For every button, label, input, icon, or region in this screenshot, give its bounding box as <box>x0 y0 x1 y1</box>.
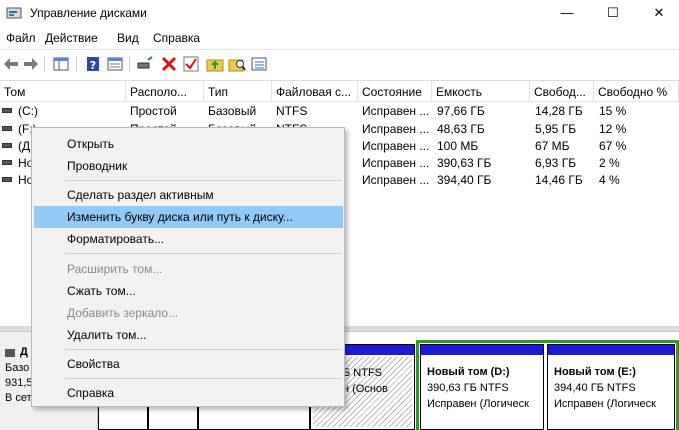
menu-item-add-mirror: Добавить зеркало... <box>67 306 179 320</box>
disk-title: Д <box>20 346 28 358</box>
partition-bar <box>548 345 674 355</box>
console-tree-icon[interactable] <box>52 55 70 73</box>
toolbar-separator <box>129 56 130 72</box>
column-header-percent-free[interactable]: Свободно % <box>594 81 679 102</box>
column-header-layout[interactable]: Располо... <box>126 81 204 102</box>
menu-item-open[interactable]: Открыть <box>34 133 343 155</box>
toolbar-separator <box>76 56 77 72</box>
menu-item-delete-volume[interactable]: Удалить том... <box>34 324 343 346</box>
volume-icon <box>2 108 12 113</box>
partition-d[interactable]: Новый том (D:) 390,63 ГБ NTFS Исправен (… <box>420 344 544 430</box>
column-header-status[interactable]: Состояние <box>358 81 432 102</box>
partition-name: Новый том (E:) <box>554 366 636 378</box>
list-icon[interactable] <box>250 55 268 73</box>
menu-view[interactable]: Вид <box>117 31 139 45</box>
cell-volume: (C:) <box>18 104 38 118</box>
disk-management-app-icon <box>6 7 22 19</box>
cell-percent-free: 2 % <box>599 156 620 170</box>
menu-separator <box>65 378 342 379</box>
toolbar: ? <box>0 49 679 77</box>
partition-size: 394,40 ГБ NTFS <box>554 382 636 394</box>
cell-free-space: 5,95 ГБ <box>535 122 577 136</box>
cell-filesystem: NTFS <box>276 104 308 118</box>
cell-free-space: 14,28 ГБ <box>535 104 583 118</box>
cell-free-space: 6,93 ГБ <box>535 156 577 170</box>
cell-capacity: 100 МБ <box>437 139 479 153</box>
column-header-type[interactable]: Тип <box>204 81 272 102</box>
volume-icon <box>2 177 12 182</box>
cell-capacity: 97,66 ГБ <box>437 104 485 118</box>
menu-item-shrink-volume[interactable]: Сжать том... <box>34 280 343 302</box>
menu-item-format[interactable]: Форматировать... <box>34 228 343 250</box>
disk-type: Базо <box>5 362 30 374</box>
cell-percent-free: 12 % <box>599 122 627 136</box>
menu-item-help[interactable]: Справка <box>34 382 343 404</box>
toolbar-separator <box>44 56 45 72</box>
menu-item-explore[interactable]: Проводник <box>34 155 343 177</box>
disk-status: В сет <box>5 392 32 404</box>
cell-status: Исправен ... <box>362 156 430 170</box>
menu-separator <box>65 253 342 254</box>
cell-free-space: 67 МБ <box>535 139 570 153</box>
help-icon[interactable]: ? <box>84 55 102 73</box>
partition-size: Б NTFS <box>343 367 382 379</box>
partition-name: Новый том (D:) <box>427 366 510 378</box>
forward-icon[interactable] <box>22 55 40 73</box>
volume-icon <box>2 160 12 165</box>
menu-action[interactable]: Действие <box>45 31 98 45</box>
disk-icon <box>5 349 15 357</box>
column-header-filesystem[interactable]: Файловая с... <box>272 81 358 102</box>
cell-type: Базовый <box>208 104 257 118</box>
cell-capacity: 394,40 ГБ <box>437 173 492 187</box>
cell-layout: Простой <box>130 104 177 118</box>
volume-icon <box>2 126 12 131</box>
menu-separator <box>65 180 342 181</box>
column-header-free-space[interactable]: Свобод... <box>530 81 594 102</box>
menu-item-change-drive-letter[interactable]: Изменить букву диска или путь к диску... <box>34 206 343 228</box>
back-icon[interactable] <box>2 55 20 73</box>
partition-status: Исправен (Логическ <box>427 398 529 410</box>
table-row[interactable]: (C:) Простой Базовый NTFS Исправен ... 9… <box>0 103 679 120</box>
folder-search-icon[interactable] <box>228 55 246 73</box>
cell-percent-free: 67 % <box>599 139 627 153</box>
partition-status: Исправен (Логическ <box>554 398 656 410</box>
properties-icon[interactable] <box>106 55 124 73</box>
cell-capacity: 48,63 ГБ <box>437 122 485 136</box>
folder-up-icon[interactable] <box>206 55 224 73</box>
window-title: Управление дисками <box>30 6 147 20</box>
volume-icon <box>2 143 12 148</box>
check-icon[interactable] <box>182 55 200 73</box>
close-button[interactable]: ✕ <box>636 0 679 28</box>
cell-status: Исправен ... <box>362 139 430 153</box>
menu-item-mark-active[interactable]: Сделать раздел активным <box>34 184 343 206</box>
menu-item-properties[interactable]: Свойства <box>34 353 343 375</box>
menu-file[interactable]: Файл <box>6 31 36 45</box>
partition-status: н (Основ <box>343 383 388 395</box>
maximize-button[interactable]: ☐ <box>590 0 636 28</box>
menu-item-extend-volume: Расширить том... <box>67 262 163 276</box>
connect-icon[interactable] <box>136 55 154 73</box>
cell-free-space: 14,46 ГБ <box>535 173 583 187</box>
context-menu: Открыть Проводник Сделать раздел активны… <box>31 127 345 407</box>
cell-status: Исправен ... <box>362 173 430 187</box>
svg-text:?: ? <box>90 59 96 72</box>
cell-status: Исправен ... <box>362 104 430 118</box>
partition-size: 390,63 ГБ NTFS <box>427 382 509 394</box>
cell-percent-free: 15 % <box>599 104 627 118</box>
cell-status: Исправен ... <box>362 122 430 136</box>
menu-bar: Файл Действие Вид Справка <box>0 28 679 48</box>
disk-size: 931,5 <box>5 377 33 389</box>
menu-help[interactable]: Справка <box>153 31 200 45</box>
cell-percent-free: 4 % <box>599 173 620 187</box>
title-bar: Управление дисками — ☐ ✕ <box>0 0 679 28</box>
delete-icon[interactable] <box>160 55 178 73</box>
partition-e[interactable]: Новый том (E:) 394,40 ГБ NTFS Исправен (… <box>547 344 675 430</box>
cell-capacity: 390,63 ГБ <box>437 156 492 170</box>
column-header-capacity[interactable]: Емкость <box>432 81 530 102</box>
minimize-button[interactable]: — <box>544 0 590 28</box>
menu-separator <box>65 349 342 350</box>
column-header-volume[interactable]: Том <box>0 81 126 102</box>
partition-bar <box>421 345 543 355</box>
